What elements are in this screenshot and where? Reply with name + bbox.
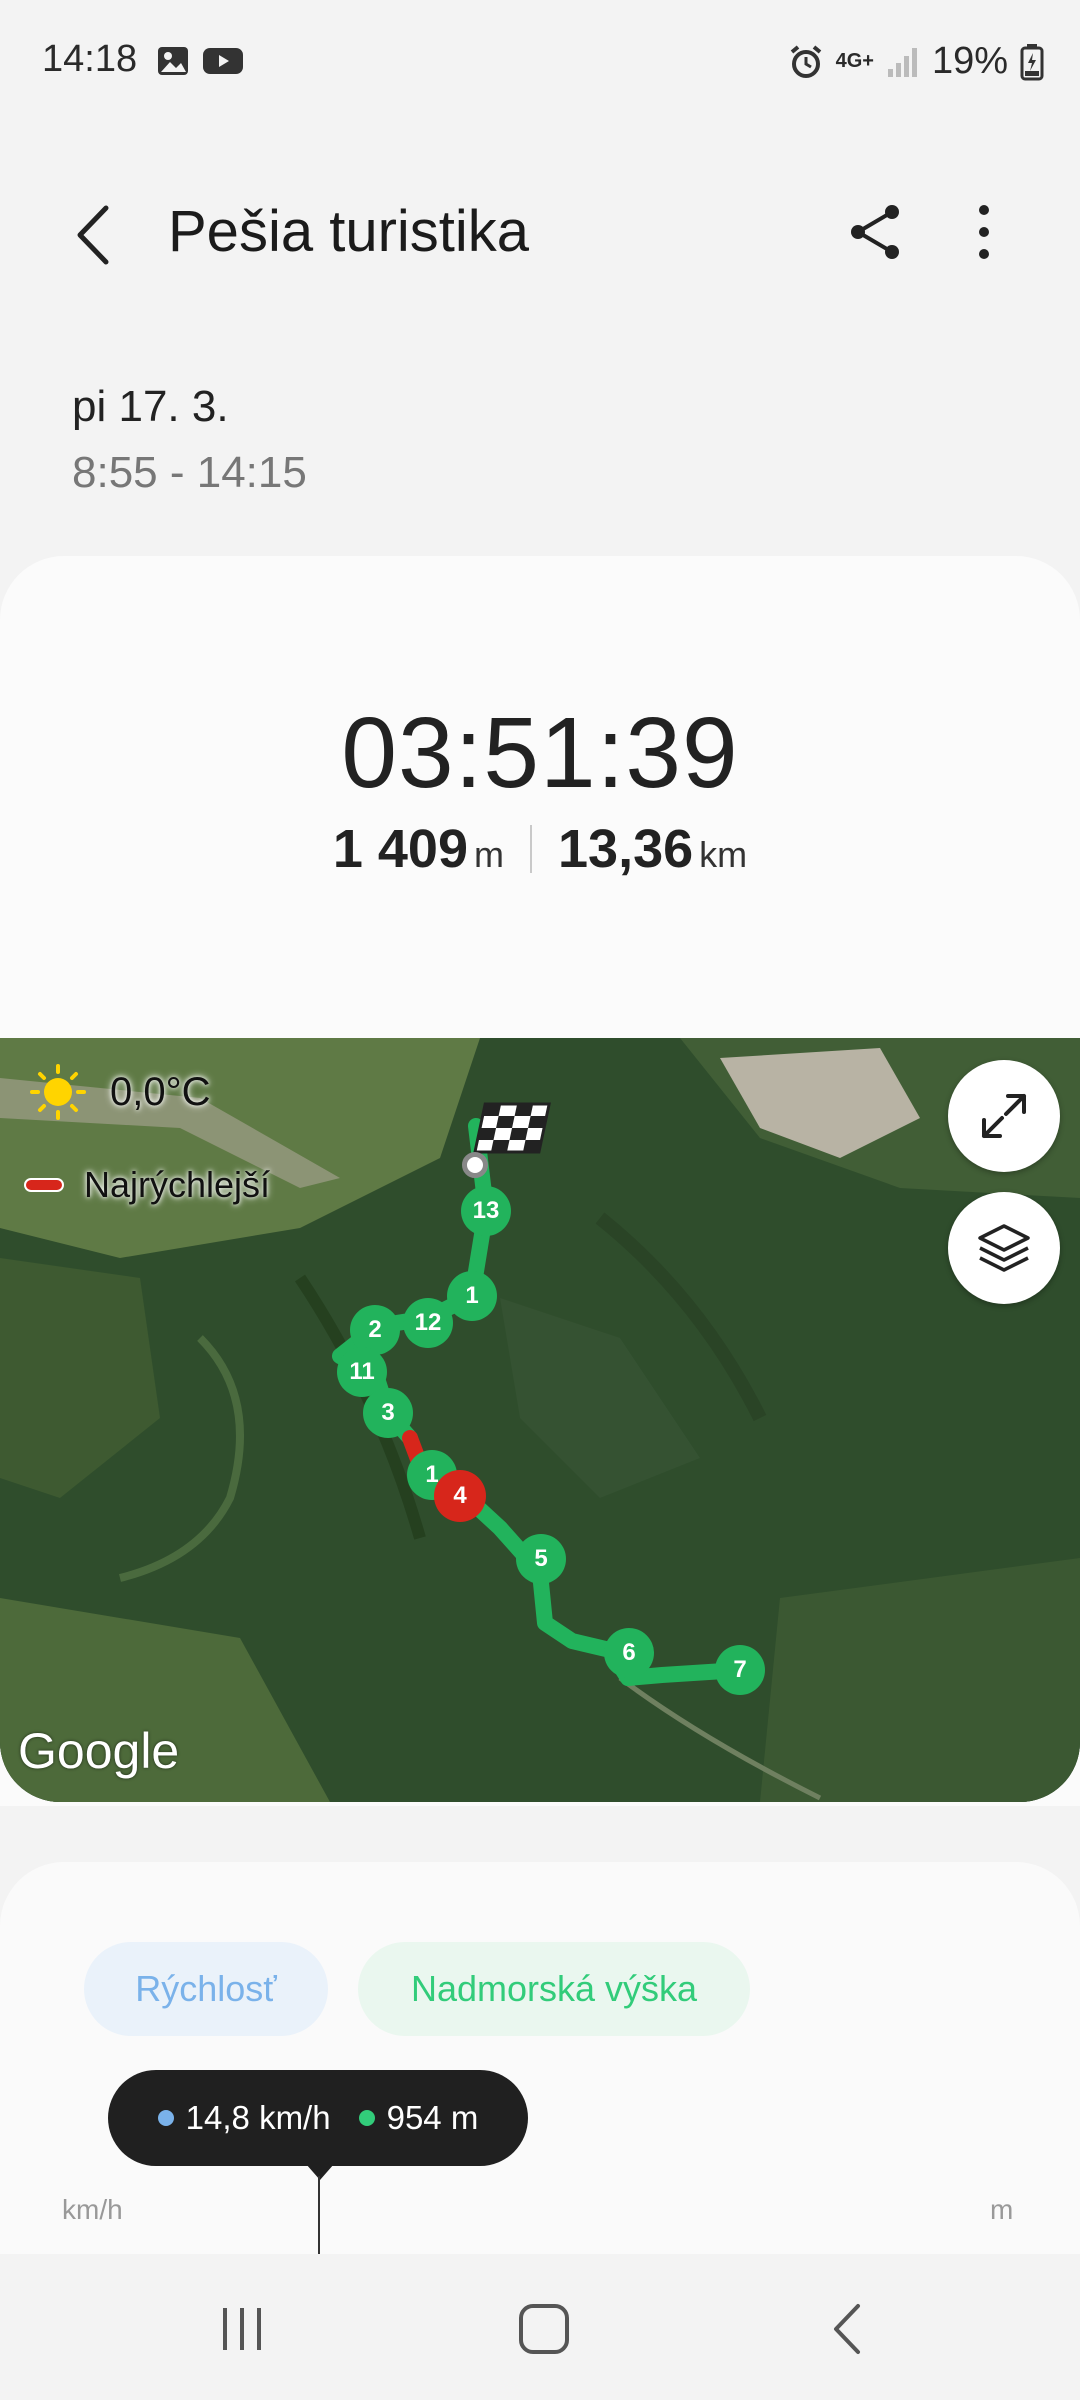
chevron-left-icon	[77, 205, 109, 265]
route-marker: 4	[434, 1470, 486, 1522]
more-options-button[interactable]	[964, 200, 1004, 264]
stats-divider	[530, 825, 532, 873]
map-legend: Najrýchlejší	[24, 1164, 270, 1206]
battery-percent: 19%	[931, 40, 1008, 82]
workout-time-range: 8:55 - 14:15	[72, 448, 307, 497]
route-marker: 3	[363, 1388, 413, 1438]
expand-map-button[interactable]	[948, 1060, 1060, 1172]
route-marker: 1	[447, 1271, 497, 1321]
elevation-unit: m	[474, 834, 504, 875]
app-header: Pešia turistika	[0, 180, 1080, 290]
route-marker: 6	[604, 1628, 654, 1678]
axis-right-unit: m	[990, 2194, 1014, 2225]
workout-date: pi 17. 3.	[72, 382, 229, 431]
home-button[interactable]	[504, 2294, 584, 2364]
expand-icon	[982, 1094, 1026, 1138]
tab-speed[interactable]: Rýchlosť	[84, 1942, 328, 2036]
chart-tooltip: 14,8 km/h 954 m	[108, 2070, 528, 2166]
gallery-icon	[158, 47, 188, 75]
distance-value: 13,36	[558, 819, 694, 879]
home-icon	[519, 2304, 569, 2354]
elevation-value: 1 409	[332, 819, 468, 879]
temperature: 0,0°C	[110, 1069, 211, 1114]
tab-altitude[interactable]: Nadmorská výška	[358, 1942, 750, 2036]
tooltip-altitude: 954 m	[386, 2099, 479, 2136]
recent-apps-button[interactable]	[202, 2294, 282, 2364]
chart-card: Rýchlosť Nadmorská výška	[0, 1862, 1080, 2262]
layers-icon	[978, 1224, 1030, 1272]
map-layers-button[interactable]	[948, 1192, 1060, 1304]
route-map[interactable]: 13 1 12 2 11 3 1 4 5 6 7 0,0°C Najrýchlejší Google	[0, 1038, 1080, 1802]
status-time: 14:18	[42, 38, 138, 80]
route-marker: 7	[715, 1645, 765, 1695]
signal-icon	[887, 47, 917, 77]
google-attribution: Google	[18, 1723, 180, 1779]
distance-unit: km	[699, 834, 748, 875]
back-button[interactable]	[66, 200, 126, 270]
route-marker: 5	[516, 1534, 566, 1584]
system-back-button[interactable]	[808, 2294, 888, 2364]
finish-flag-icon	[473, 1102, 551, 1154]
alarm-icon	[790, 44, 821, 78]
sun-icon	[30, 1064, 86, 1120]
altitude-dot	[358, 2110, 375, 2126]
legend-fastest-label: Najrýchlejší	[84, 1164, 271, 1205]
network-type: 4G+	[835, 50, 874, 72]
start-point	[462, 1152, 488, 1178]
weather-info: 0,0°C	[28, 1062, 211, 1122]
tooltip-pointer	[306, 2164, 334, 2180]
back-arrow-icon	[834, 2304, 860, 2354]
summary-stats: 1 409 m 13,36 km	[0, 818, 1080, 880]
system-nav-bar	[0, 2254, 1080, 2400]
more-vertical-icon	[979, 205, 989, 259]
status-bar: 14:18 4G+ 19%	[0, 0, 1080, 120]
recent-apps-icon	[223, 2308, 261, 2350]
axis-left-unit: km/h	[62, 2194, 123, 2225]
share-icon	[851, 205, 899, 259]
share-button[interactable]	[844, 200, 908, 264]
tooltip-speed: 14,8 km/h	[185, 2099, 331, 2136]
duration-value: 03:51:39	[341, 697, 739, 809]
youtube-icon	[203, 48, 243, 74]
battery-charging-icon	[1020, 43, 1044, 80]
route-marker: 12	[403, 1298, 453, 1348]
route-marker: 13	[461, 1186, 511, 1236]
chart-cursor-line[interactable]	[318, 2176, 320, 2254]
page-title: Pešia turistika	[168, 199, 530, 264]
speed-dot	[157, 2110, 174, 2126]
fastest-swatch	[24, 1178, 64, 1192]
